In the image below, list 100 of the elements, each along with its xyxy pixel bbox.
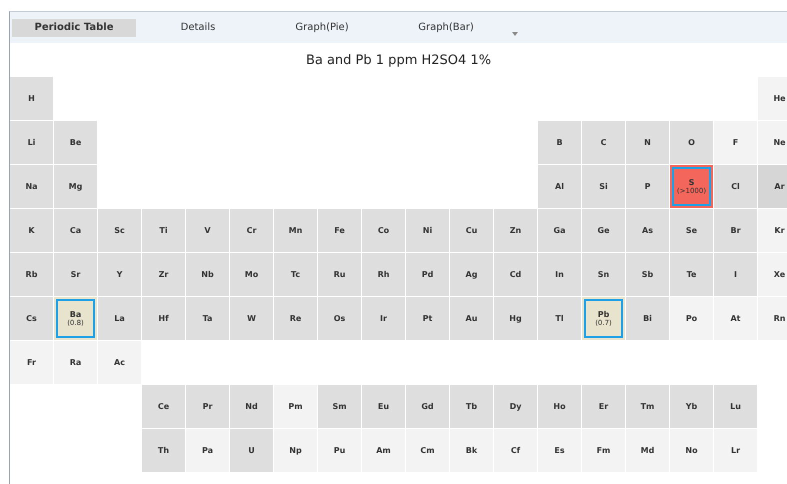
element-cell[interactable]: U	[230, 429, 273, 472]
element-cell[interactable]: Te	[670, 253, 713, 296]
element-cell[interactable]: Os	[318, 297, 361, 340]
element-cell[interactable]: Ir	[362, 297, 405, 340]
element-cell[interactable]: Li	[10, 121, 53, 164]
element-cell[interactable]: Sc	[98, 209, 141, 252]
element-cell[interactable]: Rb	[10, 253, 53, 296]
element-cell[interactable]: Es	[538, 429, 581, 472]
element-cell[interactable]: Ne	[758, 121, 787, 164]
element-cell[interactable]: Sb	[626, 253, 669, 296]
element-cell[interactable]: Tb	[450, 385, 493, 428]
element-cell[interactable]: Au	[450, 297, 493, 340]
element-cell[interactable]: Al	[538, 165, 581, 208]
element-cell[interactable]: C	[582, 121, 625, 164]
element-cell[interactable]: Mo	[230, 253, 273, 296]
element-cell[interactable]: Se	[670, 209, 713, 252]
element-cell[interactable]: B	[538, 121, 581, 164]
element-cell[interactable]: Be	[54, 121, 97, 164]
element-cell[interactable]: No	[670, 429, 713, 472]
element-cell[interactable]: Rn	[758, 297, 787, 340]
element-cell[interactable]: Cl	[714, 165, 757, 208]
element-cell[interactable]: Ta	[186, 297, 229, 340]
element-cell[interactable]: Dy	[494, 385, 537, 428]
caret-icon[interactable]	[512, 32, 518, 36]
element-cell[interactable]: Pt	[406, 297, 449, 340]
element-cell[interactable]: Ag	[450, 253, 493, 296]
element-cell[interactable]: Na	[10, 165, 53, 208]
element-cell[interactable]: Mg	[54, 165, 97, 208]
element-cell[interactable]: P	[626, 165, 669, 208]
element-cell[interactable]: Fe	[318, 209, 361, 252]
element-cell[interactable]: V	[186, 209, 229, 252]
element-cell[interactable]: Tl	[538, 297, 581, 340]
element-cell[interactable]: Ge	[582, 209, 625, 252]
element-cell[interactable]: Bk	[450, 429, 493, 472]
element-cell[interactable]: Th	[142, 429, 185, 472]
element-cell[interactable]: Lu	[714, 385, 757, 428]
element-cell[interactable]: Am	[362, 429, 405, 472]
element-cell[interactable]: F	[714, 121, 757, 164]
element-cell[interactable]: Ni	[406, 209, 449, 252]
element-cell[interactable]: Hf	[142, 297, 185, 340]
element-cell[interactable]: Cd	[494, 253, 537, 296]
element-cell[interactable]: He	[758, 77, 787, 120]
element-cell[interactable]: Np	[274, 429, 317, 472]
element-cell[interactable]: Re	[274, 297, 317, 340]
element-cell[interactable]: Er	[582, 385, 625, 428]
element-cell[interactable]: At	[714, 297, 757, 340]
tab[interactable]: Graph(Bar)	[384, 18, 508, 36]
element-cell[interactable]: Tm	[626, 385, 669, 428]
element-cell[interactable]: Kr	[758, 209, 787, 252]
element-cell[interactable]: Pm	[274, 385, 317, 428]
element-cell[interactable]: Rh	[362, 253, 405, 296]
element-cell[interactable]: W	[230, 297, 273, 340]
element-cell[interactable]: Cr	[230, 209, 273, 252]
element-cell[interactable]: Md	[626, 429, 669, 472]
element-cell[interactable]: Gd	[406, 385, 449, 428]
element-cell[interactable]: Sn	[582, 253, 625, 296]
element-cell[interactable]: K	[10, 209, 53, 252]
element-cell[interactable]: Po	[670, 297, 713, 340]
element-cell[interactable]: Ce	[142, 385, 185, 428]
element-cell[interactable]: Fr	[10, 341, 53, 384]
element-cell[interactable]: Sm	[318, 385, 361, 428]
element-cell[interactable]: Y	[98, 253, 141, 296]
element-cell[interactable]: I	[714, 253, 757, 296]
element-cell[interactable]: Lr	[714, 429, 757, 472]
element-cell[interactable]: O	[670, 121, 713, 164]
element-cell[interactable]: Ca	[54, 209, 97, 252]
element-cell[interactable]: Nd	[230, 385, 273, 428]
element-cell[interactable]: Tc	[274, 253, 317, 296]
element-cell[interactable]: As	[626, 209, 669, 252]
element-cell[interactable]: N	[626, 121, 669, 164]
element-cell[interactable]: Ho	[538, 385, 581, 428]
element-cell[interactable]: Pu	[318, 429, 361, 472]
element-cell[interactable]: Sr	[54, 253, 97, 296]
element-cell[interactable]: Cs	[10, 297, 53, 340]
element-cell[interactable]: Pa	[186, 429, 229, 472]
tab[interactable]: Periodic Table	[12, 18, 136, 36]
element-cell[interactable]: Zn	[494, 209, 537, 252]
element-cell[interactable]: Ar	[758, 165, 787, 208]
element-cell[interactable]: Mn	[274, 209, 317, 252]
element-cell[interactable]: Xe	[758, 253, 787, 296]
element-cell[interactable]: Co	[362, 209, 405, 252]
element-cell[interactable]: Cu	[450, 209, 493, 252]
element-cell[interactable]: Cf	[494, 429, 537, 472]
element-cell[interactable]: In	[538, 253, 581, 296]
element-cell[interactable]: Pr	[186, 385, 229, 428]
element-cell[interactable]: Si	[582, 165, 625, 208]
element-cell[interactable]: Br	[714, 209, 757, 252]
element-cell[interactable]: La	[98, 297, 141, 340]
element-cell[interactable]: Ga	[538, 209, 581, 252]
element-cell[interactable]: Ra	[54, 341, 97, 384]
tab[interactable]: Graph(Pie)	[260, 18, 384, 36]
element-cell[interactable]: Yb	[670, 385, 713, 428]
element-cell[interactable]: Cm	[406, 429, 449, 472]
element-cell[interactable]: Ru	[318, 253, 361, 296]
element-cell[interactable]: Zr	[142, 253, 185, 296]
element-cell[interactable]: Nb	[186, 253, 229, 296]
element-cell[interactable]: Bi	[626, 297, 669, 340]
element-cell[interactable]: H	[10, 77, 53, 120]
element-cell[interactable]: Fm	[582, 429, 625, 472]
element-cell[interactable]: Hg	[494, 297, 537, 340]
